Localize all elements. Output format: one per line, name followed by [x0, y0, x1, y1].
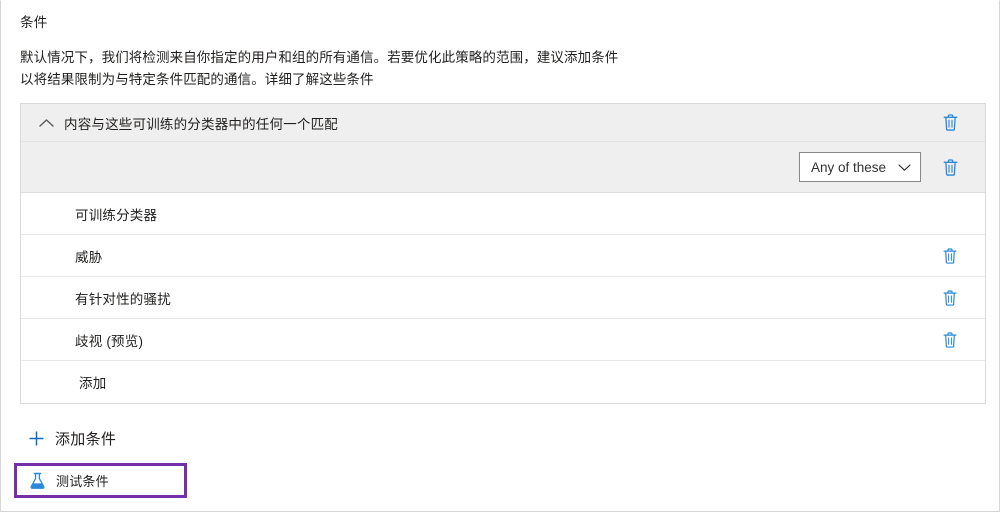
condition-group-header[interactable]: 内容与这些可训练的分类器中的任何一个匹配	[21, 104, 985, 142]
table-row[interactable]: 威胁	[21, 235, 985, 277]
condition-panel: 内容与这些可训练的分类器中的任何一个匹配 Any of these 可训练分类器…	[20, 103, 986, 404]
delete-classifier-button[interactable]	[935, 325, 965, 355]
section-description: 默认情况下，我们将检测来自你指定的用户和组的所有通信。若要优化此策略的范围，建议…	[20, 47, 980, 91]
delete-condition-group-button[interactable]	[935, 108, 965, 138]
chevron-up-icon[interactable]	[37, 114, 55, 132]
table-row[interactable]: 有针对性的骚扰	[21, 277, 985, 319]
page-root: 条件 默认情况下，我们将检测来自你指定的用户和组的所有通信。若要优化此策略的范围…	[0, 0, 1000, 512]
add-classifier-label: 添加	[79, 376, 107, 391]
delete-classifier-button[interactable]	[935, 241, 965, 271]
test-condition-label: 测试条件	[56, 474, 109, 489]
plus-icon	[28, 430, 45, 447]
match-operator-value: Any of these	[810, 159, 886, 175]
page-title: 条件	[20, 15, 48, 30]
match-operator-dropdown[interactable]: Any of these	[798, 152, 921, 182]
add-condition-button[interactable]: 添加条件	[28, 428, 116, 449]
classifier-label: 有针对性的骚扰	[75, 291, 171, 307]
chevron-down-icon[interactable]	[898, 160, 911, 175]
description-line-1: 默认情况下，我们将检测来自你指定的用户和组的所有通信。若要优化此策略的范围，建议…	[20, 50, 619, 65]
delete-classifier-button[interactable]	[935, 283, 965, 313]
table-row[interactable]: 歧视 (预览)	[21, 319, 985, 361]
add-condition-label: 添加条件	[55, 431, 117, 448]
condition-operator-row: Any of these	[21, 142, 985, 193]
test-condition-highlight: 测试条件	[14, 463, 187, 498]
classifier-label: 威胁	[75, 249, 103, 265]
test-condition-button[interactable]: 测试条件	[17, 466, 184, 495]
table-row[interactable]: 可训练分类器	[21, 193, 985, 235]
flask-icon	[28, 472, 46, 490]
classifier-label: 可训练分类器	[75, 207, 158, 223]
description-line-2: 以将结果限制为与特定条件匹配的通信。详细了解这些条件	[20, 72, 374, 87]
delete-operator-row-button[interactable]	[935, 152, 965, 182]
condition-group-label: 内容与这些可训练的分类器中的任何一个匹配	[64, 116, 338, 132]
classifier-label: 歧视 (预览)	[75, 333, 144, 349]
add-classifier-row[interactable]: 添加	[21, 361, 985, 403]
